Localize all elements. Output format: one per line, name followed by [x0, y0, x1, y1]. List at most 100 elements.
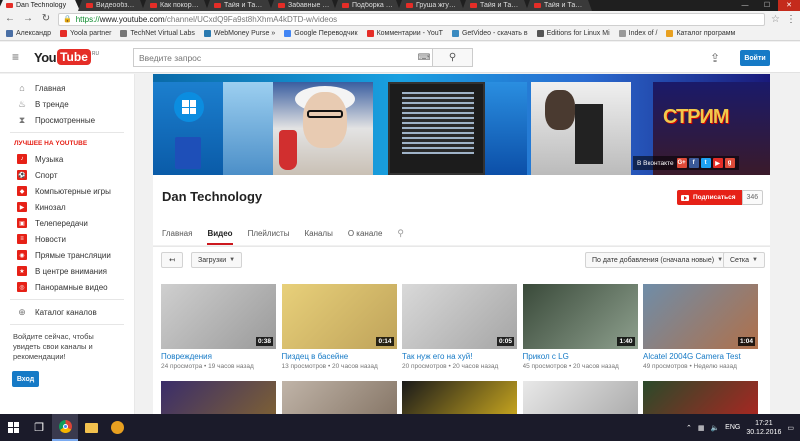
file-explorer-icon[interactable]: [78, 414, 104, 441]
sidebar-item[interactable]: ⧗ Просмотренные: [0, 112, 134, 128]
view-dropdown[interactable]: Сетка ▼: [723, 252, 765, 268]
sidebar-category-item[interactable]: ▶ Кинозал: [0, 199, 134, 215]
back-arrow-icon[interactable]: ←: [4, 13, 16, 25]
bookmark-item[interactable]: TechNet Virtual Labs: [120, 30, 195, 37]
signin-button[interactable]: Войти: [740, 50, 770, 66]
bookmark-item[interactable]: Комментарии - YouT: [366, 30, 443, 37]
video-card[interactable]: 1:40 Прикол с LG 45 просмотров • 20 часов …: [522, 284, 638, 370]
browser-tab[interactable]: Груша жгучий - ко...: [398, 0, 464, 11]
browser-tab[interactable]: Как покорить...: [142, 0, 208, 11]
minimize-icon[interactable]: —: [734, 0, 756, 11]
sidebar-category-item[interactable]: ★ В центре внимания: [0, 263, 134, 279]
sidebar-category-item[interactable]: ◎ Панорамные видео: [0, 279, 134, 295]
video-card[interactable]: 0:05 Так нуж его на хуй! 20 просмотров • 2…: [402, 284, 517, 370]
address-bar[interactable]: 🔒 https://www.youtube.com/channel/UCxdQ9…: [58, 12, 766, 26]
facebook-icon[interactable]: f: [688, 158, 699, 168]
uploads-dropdown[interactable]: Загрузки ▼: [191, 252, 243, 268]
video-thumbnail[interactable]: 0:14: [281, 284, 397, 349]
sidebar-category-item[interactable]: ⚽ Спорт: [0, 167, 134, 183]
network-icon[interactable]: ▦: [698, 424, 705, 432]
sidebar-category-item[interactable]: ♪ Музыка: [0, 151, 134, 167]
video-thumbnail[interactable]: 1:04: [643, 284, 758, 349]
twitter-icon[interactable]: t: [700, 158, 711, 168]
sidebar-item-catalog[interactable]: ⊕ Каталог каналов: [0, 304, 134, 320]
app-taskbar-icon[interactable]: [104, 414, 130, 441]
browser-tab[interactable]: Видеообзор ко...: [78, 0, 144, 11]
bookmark-item[interactable]: Google Переводчик: [284, 30, 358, 37]
browser-tab[interactable]: Тайя и Тайна - ко...: [462, 0, 528, 11]
browser-menu-icon[interactable]: ⋮: [786, 14, 796, 25]
video-thumbnail[interactable]: 1:40: [522, 284, 638, 349]
sidebar-item[interactable]: ♨ В тренде: [0, 96, 134, 112]
youtube-icon[interactable]: ▶: [712, 158, 723, 168]
browser-tab[interactable]: Забавные 13 - ко...: [270, 0, 336, 11]
volume-icon[interactable]: 🔈: [710, 424, 719, 432]
bookmark-star-icon[interactable]: ☆: [771, 14, 780, 25]
task-view-icon[interactable]: ❐: [26, 414, 52, 441]
back-button[interactable]: ↤: [161, 252, 183, 268]
search-button[interactable]: ⚲: [432, 49, 472, 66]
sidebar-category-item[interactable]: ≡ Новости: [0, 231, 134, 247]
bookmark-item[interactable]: Index of /: [618, 30, 657, 37]
video-meta: 13 просмотров • 20 часов назад: [281, 363, 378, 370]
tv-icon: ▣: [17, 218, 27, 228]
browser-tab[interactable]: Подборка прикол...: [334, 0, 400, 11]
maximize-icon[interactable]: ☐: [756, 0, 778, 11]
channel-tab[interactable]: Плейлисты: [248, 222, 298, 245]
chrome-taskbar-icon[interactable]: [52, 414, 78, 441]
sidebar-category-item[interactable]: ◆ Компьютерные игры: [0, 183, 134, 199]
video-title[interactable]: Повреждения: [161, 352, 276, 361]
clock[interactable]: 17:21 30.12.2016: [746, 419, 781, 437]
sidebar-item-label: Главная: [35, 83, 66, 93]
sidebar-category-item[interactable]: ◉ Прямые трансляции: [0, 247, 134, 263]
guide-menu-icon[interactable]: ≡: [12, 50, 24, 64]
upload-icon[interactable]: ⇪: [710, 51, 720, 65]
channel-search-icon[interactable]: ⚲: [397, 222, 404, 245]
bookmark-item[interactable]: GetVideo - скачать в: [451, 30, 528, 37]
start-button[interactable]: [0, 414, 26, 441]
google-icon[interactable]: g: [724, 158, 735, 168]
channel-tab[interactable]: Каналы: [304, 222, 340, 245]
video-title[interactable]: Так нуж его на хуй!: [402, 352, 517, 361]
sidebar-signin-button[interactable]: Вход: [12, 371, 39, 387]
video-card[interactable]: 0:14 Пиздец в басейне 13 просмотров • 20 ч…: [281, 284, 397, 370]
search-input[interactable]: [134, 49, 416, 66]
video-duration: 1:04: [737, 337, 755, 346]
subscribe-button[interactable]: Подписаться: [677, 190, 742, 205]
forward-arrow-icon[interactable]: →: [22, 13, 34, 25]
youtube-logo[interactable]: You Tube RU: [34, 49, 99, 65]
video-card[interactable]: 1:04 Alcatel 2004G Camera Test 49 просмотр…: [643, 284, 758, 370]
channel-tab[interactable]: Видео: [207, 222, 240, 245]
bookmark-favicon-icon: [666, 30, 674, 37]
bookmark-item[interactable]: WebMoney Purse »: [203, 30, 275, 37]
bookmark-item[interactable]: Editions for Linux Mi: [536, 30, 610, 37]
video-thumbnail[interactable]: 0:38: [161, 284, 276, 349]
video-duration: 0:05: [496, 337, 514, 346]
bookmark-item[interactable]: Александр: [6, 30, 51, 37]
sort-dropdown[interactable]: По дате добавления (сначала новые) ▼: [585, 252, 731, 268]
sidebar-category-item[interactable]: ▣ Телепередачи: [0, 215, 134, 231]
video-title[interactable]: Пиздец в басейне: [282, 352, 397, 361]
notifications-icon[interactable]: ▭: [787, 424, 794, 432]
bookmark-item[interactable]: Каталог программ: [666, 30, 735, 37]
bookmark-item[interactable]: Yoola partner: [60, 30, 111, 37]
reload-icon[interactable]: ↻: [40, 13, 52, 25]
browser-tab[interactable]: Dan Technology: [0, 0, 80, 11]
sidebar-item[interactable]: ⌂ Главная: [0, 80, 134, 96]
google-plus-icon[interactable]: G+: [676, 158, 687, 168]
tray-chevron-icon[interactable]: ⌃: [686, 424, 692, 432]
video-title[interactable]: Alcatel 2004G Camera Test: [643, 352, 758, 361]
browser-tab[interactable]: Тайя и Тайна - ко...: [206, 0, 272, 11]
channel-tab[interactable]: О канале: [348, 222, 391, 245]
browser-tab[interactable]: Тайя и Тайна - ко...: [526, 0, 592, 11]
channel-tab[interactable]: Главная: [162, 222, 200, 245]
keyboard-icon[interactable]: ⌨: [416, 49, 432, 66]
video-card[interactable]: 0:38 Повреждения 24 просмотра • 19 часов н…: [161, 284, 276, 370]
sidebar-divider: [10, 299, 124, 300]
channel-title[interactable]: Dan Technology: [162, 189, 262, 204]
close-icon[interactable]: ✕: [778, 0, 800, 11]
video-title[interactable]: Прикол с LG: [523, 352, 638, 361]
video-thumbnail[interactable]: 0:05: [402, 284, 517, 349]
language-indicator[interactable]: ENG: [725, 424, 740, 431]
vk-link[interactable]: В Вконтакте: [637, 160, 674, 167]
